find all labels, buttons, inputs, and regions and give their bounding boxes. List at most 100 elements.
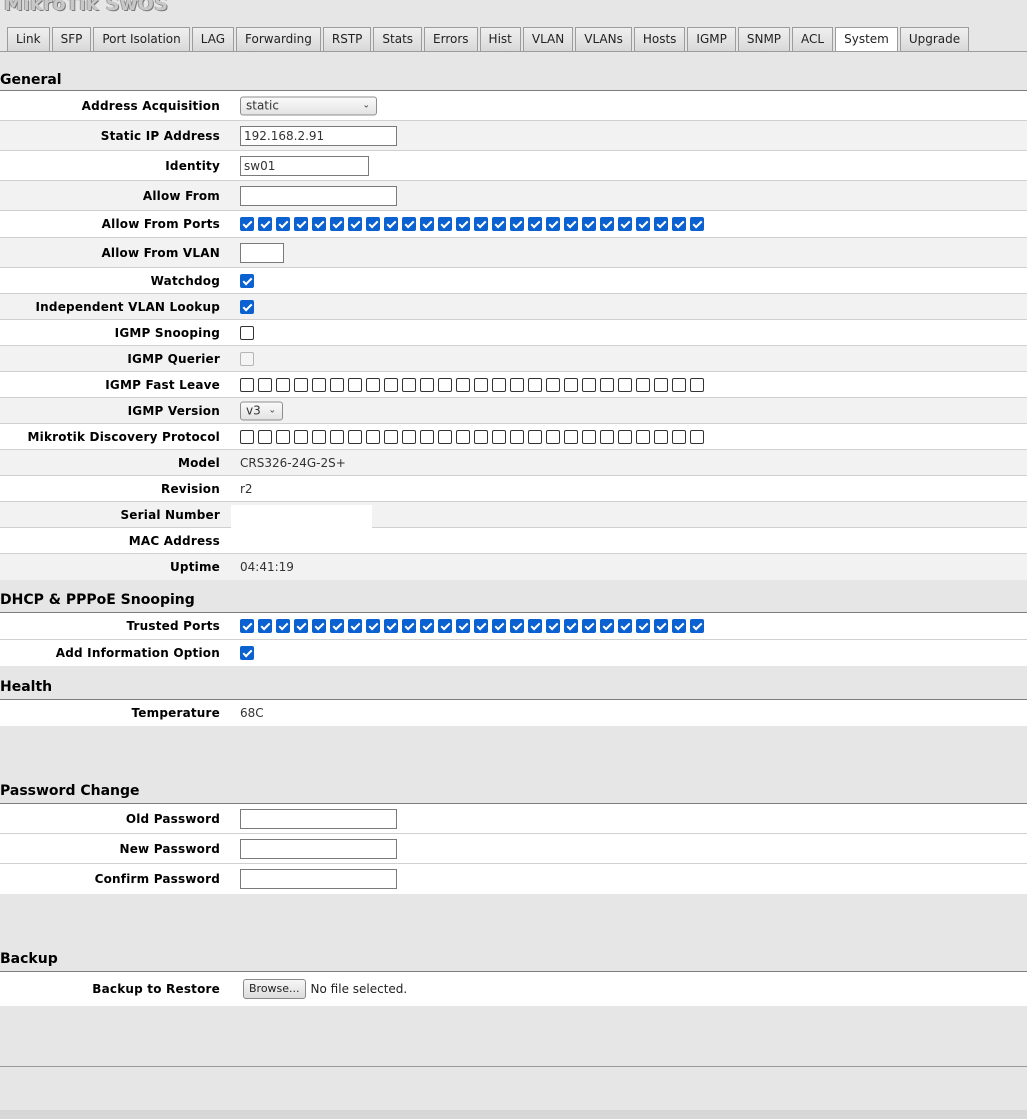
old-password-input[interactable] xyxy=(240,808,397,829)
allow-from-port-14-checkbox[interactable] xyxy=(474,217,488,231)
mdp-port-1-checkbox[interactable] xyxy=(240,429,254,444)
allow-from-port-3-checkbox[interactable] xyxy=(276,217,290,231)
mdp-port-5-checkbox[interactable] xyxy=(312,429,326,444)
mdp-port-24-checkbox[interactable] xyxy=(654,429,668,444)
igmp-fast-leave-port-3-checkbox[interactable] xyxy=(276,377,290,392)
igmp-fast-leave-port-17-checkbox[interactable] xyxy=(528,377,542,392)
igmp-fast-leave-port-5-checkbox[interactable] xyxy=(312,377,326,392)
mdp-port-2-checkbox[interactable] xyxy=(258,429,272,444)
trusted-port-26-checkbox[interactable] xyxy=(690,619,704,633)
allow-from-port-1-checkbox[interactable] xyxy=(240,217,254,231)
static-ip-input[interactable]: 192.168.2.91 xyxy=(240,125,397,146)
tab-lag[interactable]: LAG xyxy=(191,27,235,51)
allow-from-port-16-checkbox[interactable] xyxy=(510,217,524,231)
allow-from-port-15-checkbox[interactable] xyxy=(492,217,506,231)
igmp-snooping-checkbox[interactable] xyxy=(240,325,254,340)
tab-forwarding[interactable]: Forwarding xyxy=(236,27,321,51)
allow-from-port-13-checkbox[interactable] xyxy=(456,217,470,231)
mdp-port-26-checkbox[interactable] xyxy=(690,429,704,444)
igmp-fast-leave-port-24-checkbox[interactable] xyxy=(654,377,668,392)
allow-from-port-4-checkbox[interactable] xyxy=(294,217,308,231)
igmp-fast-leave-port-19-checkbox[interactable] xyxy=(564,377,578,392)
igmp-fast-leave-port-10-checkbox[interactable] xyxy=(402,377,416,392)
tab-errors[interactable]: Errors xyxy=(424,27,478,51)
add-information-option-checkbox[interactable] xyxy=(240,646,254,660)
igmp-fast-leave-port-7-checkbox[interactable] xyxy=(348,377,362,392)
igmp-fast-leave-port-1-checkbox[interactable] xyxy=(240,377,254,392)
igmp-fast-leave-port-18-checkbox[interactable] xyxy=(546,377,560,392)
trusted-port-13-checkbox[interactable] xyxy=(456,619,470,633)
allow-from-port-7-checkbox[interactable] xyxy=(348,217,362,231)
allow-from-port-20-checkbox[interactable] xyxy=(582,217,596,231)
identity-input[interactable]: sw01 xyxy=(240,155,369,176)
trusted-port-18-checkbox[interactable] xyxy=(546,619,560,633)
mdp-port-18-checkbox[interactable] xyxy=(546,429,560,444)
trusted-port-6-checkbox[interactable] xyxy=(330,619,344,633)
trusted-port-21-checkbox[interactable] xyxy=(600,619,614,633)
tab-port-isolation[interactable]: Port Isolation xyxy=(93,27,190,51)
tab-system[interactable]: System xyxy=(835,27,898,52)
trusted-port-19-checkbox[interactable] xyxy=(564,619,578,633)
trusted-port-15-checkbox[interactable] xyxy=(492,619,506,633)
allow-from-port-6-checkbox[interactable] xyxy=(330,217,344,231)
trusted-port-14-checkbox[interactable] xyxy=(474,619,488,633)
igmp-fast-leave-port-4-checkbox[interactable] xyxy=(294,377,308,392)
tab-rstp[interactable]: RSTP xyxy=(322,27,372,51)
allow-from-port-21-checkbox[interactable] xyxy=(600,217,614,231)
allow-from-port-12-checkbox[interactable] xyxy=(438,217,452,231)
mdp-port-10-checkbox[interactable] xyxy=(402,429,416,444)
mdp-port-7-checkbox[interactable] xyxy=(348,429,362,444)
tab-stats[interactable]: Stats xyxy=(373,27,423,51)
trusted-port-2-checkbox[interactable] xyxy=(258,619,272,633)
allow-from-port-5-checkbox[interactable] xyxy=(312,217,326,231)
mdp-port-19-checkbox[interactable] xyxy=(564,429,578,444)
igmp-fast-leave-port-12-checkbox[interactable] xyxy=(438,377,452,392)
trusted-port-4-checkbox[interactable] xyxy=(294,619,308,633)
mdp-port-15-checkbox[interactable] xyxy=(492,429,506,444)
igmp-fast-leave-port-20-checkbox[interactable] xyxy=(582,377,596,392)
igmp-fast-leave-port-11-checkbox[interactable] xyxy=(420,377,434,392)
mdp-port-25-checkbox[interactable] xyxy=(672,429,686,444)
mdp-port-17-checkbox[interactable] xyxy=(528,429,542,444)
mdp-port-8-checkbox[interactable] xyxy=(366,429,380,444)
allow-from-port-9-checkbox[interactable] xyxy=(384,217,398,231)
mdp-port-14-checkbox[interactable] xyxy=(474,429,488,444)
trusted-port-20-checkbox[interactable] xyxy=(582,619,596,633)
mdp-port-9-checkbox[interactable] xyxy=(384,429,398,444)
tab-hosts[interactable]: Hosts xyxy=(633,27,686,51)
allow-from-port-24-checkbox[interactable] xyxy=(654,217,668,231)
trusted-port-12-checkbox[interactable] xyxy=(438,619,452,633)
igmp-fast-leave-port-25-checkbox[interactable] xyxy=(672,377,686,392)
trusted-port-24-checkbox[interactable] xyxy=(654,619,668,633)
tab-vlan[interactable]: VLAN xyxy=(522,27,574,51)
igmp-fast-leave-port-23-checkbox[interactable] xyxy=(636,377,650,392)
mdp-port-22-checkbox[interactable] xyxy=(618,429,632,444)
trusted-port-8-checkbox[interactable] xyxy=(366,619,380,633)
tab-sfp[interactable]: SFP xyxy=(51,27,92,51)
trusted-port-23-checkbox[interactable] xyxy=(636,619,650,633)
allow-from-port-17-checkbox[interactable] xyxy=(528,217,542,231)
mdp-port-20-checkbox[interactable] xyxy=(582,429,596,444)
new-password-input[interactable] xyxy=(240,838,397,859)
tab-acl[interactable]: ACL xyxy=(792,27,834,51)
trusted-port-1-checkbox[interactable] xyxy=(240,619,254,633)
allow-from-port-23-checkbox[interactable] xyxy=(636,217,650,231)
watchdog-checkbox[interactable] xyxy=(240,273,254,288)
igmp-fast-leave-port-8-checkbox[interactable] xyxy=(366,377,380,392)
trusted-port-3-checkbox[interactable] xyxy=(276,619,290,633)
allow-from-port-10-checkbox[interactable] xyxy=(402,217,416,231)
trusted-port-11-checkbox[interactable] xyxy=(420,619,434,633)
mdp-port-16-checkbox[interactable] xyxy=(510,429,524,444)
allow-from-port-25-checkbox[interactable] xyxy=(672,217,686,231)
igmp-fast-leave-port-2-checkbox[interactable] xyxy=(258,377,272,392)
tab-vlans[interactable]: VLANs xyxy=(575,27,632,51)
igmp-fast-leave-port-16-checkbox[interactable] xyxy=(510,377,524,392)
mdp-port-3-checkbox[interactable] xyxy=(276,429,290,444)
confirm-password-input[interactable] xyxy=(240,869,397,889)
allow-from-input[interactable] xyxy=(240,185,397,206)
trusted-port-16-checkbox[interactable] xyxy=(510,619,524,633)
allow-from-port-18-checkbox[interactable] xyxy=(546,217,560,231)
allow-from-port-2-checkbox[interactable] xyxy=(258,217,272,231)
igmp-version-select[interactable]: v3 ⌄ xyxy=(240,401,283,420)
igmp-fast-leave-port-14-checkbox[interactable] xyxy=(474,377,488,392)
